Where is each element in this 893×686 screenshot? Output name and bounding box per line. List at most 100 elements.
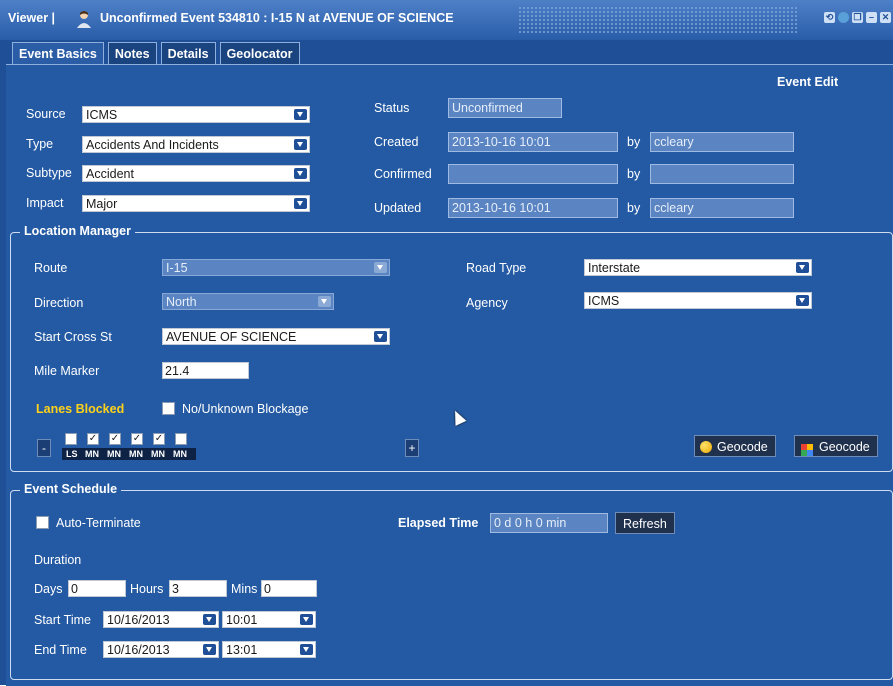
mile-marker-label: Mile Marker (34, 364, 100, 378)
geocode-button[interactable]: Geocode (694, 435, 776, 457)
subtype-select[interactable]: Accident (82, 165, 310, 182)
lane-checkbox[interactable]: ✓ (131, 433, 143, 445)
type-label: Type (26, 137, 54, 151)
confirmed-by-field (650, 164, 794, 184)
chevron-down-icon (300, 614, 313, 625)
subtype-label: Subtype (26, 166, 72, 180)
geocode-label: Geocode (819, 440, 870, 454)
road-type-value: Interstate (588, 261, 641, 275)
start-time-value: 10:01 (226, 613, 258, 627)
event-schedule-legend: Event Schedule (20, 482, 122, 496)
globe-icon[interactable] (838, 12, 849, 23)
calendar-icon (203, 614, 216, 625)
chevron-down-icon (374, 262, 387, 273)
mins-input[interactable]: 0 (261, 580, 317, 597)
hours-input[interactable]: 3 (169, 580, 227, 597)
days-input[interactable]: 0 (68, 580, 126, 597)
updated-field: 2013-10-16 10:01 (448, 198, 618, 218)
chevron-down-icon (294, 168, 307, 179)
start-date-value: 10/16/2013 (107, 613, 170, 627)
confirmed-by-label: by (627, 167, 641, 181)
location-manager-legend: Location Manager (20, 224, 135, 238)
created-by-field: ccleary (650, 132, 794, 152)
type-select[interactable]: Accidents And Incidents (82, 136, 310, 153)
tab-bar: Event Basics Notes Details Geolocator (12, 42, 300, 66)
agency-label: Agency (466, 296, 508, 310)
app-label: Viewer | (8, 11, 56, 25)
no-unknown-checkbox[interactable] (162, 402, 175, 415)
lane-checkbox[interactable]: ✓ (153, 433, 165, 445)
road-type-select[interactable]: Interstate (584, 259, 812, 276)
status-label: Status (374, 101, 410, 115)
lane-code: MN (107, 449, 121, 459)
start-time-select[interactable]: 10:01 (222, 611, 316, 628)
impact-select[interactable]: Major (82, 195, 310, 212)
chevron-down-icon (318, 296, 331, 307)
lane-checkbox[interactable]: ✓ (109, 433, 121, 445)
start-cross-select[interactable]: AVENUE OF SCIENCE (162, 328, 390, 345)
status-field: Unconfirmed (448, 98, 562, 118)
event-edit-link[interactable]: Event Edit (777, 75, 838, 89)
lane-checkbox[interactable] (175, 433, 187, 445)
end-time-value: 13:01 (226, 643, 258, 657)
start-time-label: Start Time (34, 613, 91, 627)
lane-selector: ✓ ✓ ✓ ✓ LS MN MN MN MN MN (62, 433, 198, 463)
refresh-icon[interactable]: ⟲ (824, 12, 835, 23)
chevron-down-icon (374, 331, 387, 342)
created-label: Created (374, 135, 419, 149)
tab-details[interactable]: Details (160, 42, 216, 66)
lane-code: MN (129, 449, 143, 459)
lane-code: LS (66, 449, 78, 459)
confirmed-field (448, 164, 618, 184)
end-time-select[interactable]: 13:01 (222, 641, 316, 658)
direction-label: Direction (34, 296, 84, 310)
lane-checkbox[interactable] (65, 433, 77, 445)
google-geocode-button[interactable]: Geocode (794, 435, 878, 457)
window-title: Unconfirmed Event 534810 : I-15 N at AVE… (100, 11, 454, 25)
chevron-down-icon (294, 109, 307, 120)
impact-label: Impact (26, 196, 64, 210)
close-icon[interactable]: ✕ (880, 12, 891, 23)
lane-checkbox[interactable]: ✓ (87, 433, 99, 445)
direction-select[interactable]: North (162, 293, 334, 310)
start-date-picker[interactable]: 10/16/2013 (103, 611, 219, 628)
google-maps-icon (801, 441, 813, 456)
agency-select[interactable]: ICMS (584, 292, 812, 309)
calendar-icon (203, 644, 216, 655)
chevron-down-icon (294, 139, 307, 150)
elapsed-time-label: Elapsed Time (398, 516, 479, 530)
source-select[interactable]: ICMS (82, 106, 310, 123)
tab-event-basics[interactable]: Event Basics (12, 42, 104, 66)
minimize-icon[interactable]: – (866, 12, 877, 23)
refresh-button[interactable]: Refresh (615, 512, 675, 534)
geocode-label: Geocode (717, 440, 768, 454)
add-lane-button[interactable]: + (405, 439, 419, 457)
updated-by-field: ccleary (650, 198, 794, 218)
duration-label: Duration (34, 553, 82, 567)
chevron-down-icon (294, 198, 307, 209)
auto-terminate-checkbox[interactable] (36, 516, 49, 529)
subtype-value: Accident (86, 167, 134, 181)
mile-marker-input[interactable]: 21.4 (162, 362, 249, 379)
tab-notes[interactable]: Notes (107, 42, 157, 66)
tab-geolocator[interactable]: Geolocator (219, 42, 300, 66)
end-date-picker[interactable]: 10/16/2013 (103, 641, 219, 658)
copy-icon[interactable]: ❐ (852, 12, 863, 23)
user-icon (77, 11, 91, 28)
route-value: I-15 (166, 261, 188, 275)
lanes-blocked-label: Lanes Blocked (36, 402, 125, 416)
created-field: 2013-10-16 10:01 (448, 132, 618, 152)
remove-lane-button[interactable]: - (37, 439, 51, 457)
start-cross-value: AVENUE OF SCIENCE (166, 330, 297, 344)
impact-value: Major (86, 197, 118, 211)
geocode-icon (700, 441, 712, 453)
route-label: Route (34, 261, 68, 275)
title-bar: Viewer | Unconfirmed Event 534810 : I-15… (0, 0, 893, 40)
route-select[interactable]: I-15 (162, 259, 390, 276)
road-type-label: Road Type (466, 261, 527, 275)
title-bar-pattern (518, 6, 798, 34)
updated-label: Updated (374, 201, 422, 215)
days-label: Days (34, 582, 63, 596)
start-cross-label: Start Cross St (34, 330, 112, 344)
mins-label: Mins (231, 582, 258, 596)
